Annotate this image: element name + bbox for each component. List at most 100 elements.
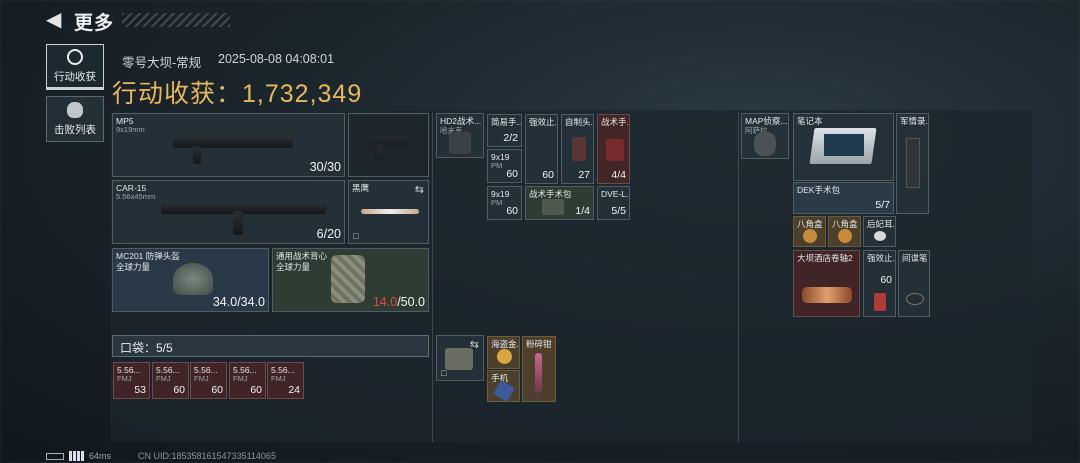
backpack-item[interactable]: 强效止... 60 — [863, 250, 896, 317]
divider — [738, 112, 739, 442]
item-sub: FMJ — [156, 374, 171, 383]
item-name: DEK手术包 — [797, 185, 840, 195]
item-count: 60 — [506, 205, 518, 217]
pouch-image — [445, 348, 473, 370]
tab-operation-gains[interactable]: 行动收获 — [46, 44, 104, 90]
primary-weapon-slot[interactable]: MP5 9x19mm 30/30 — [112, 113, 345, 177]
knife-image — [361, 209, 419, 214]
item-caliber: 9x19mm — [116, 125, 145, 134]
laptop-screen-image — [824, 134, 864, 156]
item-count: 60 — [880, 274, 892, 286]
vest-image — [331, 255, 365, 303]
melee-slot[interactable]: 黑鹰 ⇆ □ — [348, 180, 429, 244]
item-name: 八角盒 — [832, 219, 858, 229]
map-name: 零号大坝-常规 — [122, 56, 202, 70]
page-title: 更多 — [74, 13, 115, 34]
item-count: 5/7 — [875, 199, 890, 211]
pocket-item[interactable]: 5.56... FMJ 60 — [152, 362, 189, 399]
backpack-item[interactable]: 大坝酒店卷轴2 — [793, 250, 860, 317]
item-name: 战术手... — [601, 117, 629, 127]
item-count: 2/2 — [503, 132, 518, 144]
back-arrow-icon[interactable]: ◀ — [46, 10, 66, 30]
backpack-item[interactable]: 后妃耳... — [863, 216, 896, 247]
pocket-item[interactable]: 5.56... FMJ 60 — [229, 362, 266, 399]
item-count: 4/4 — [611, 169, 626, 181]
item-name: 强效止... — [867, 253, 895, 263]
lock-icon: □ — [353, 231, 359, 241]
pouch-slot[interactable]: ⇆ □ — [436, 335, 484, 381]
item-name: 大坝酒店卷轴2 — [797, 253, 853, 263]
backpack-item[interactable]: DEK手术包 5/7 — [793, 182, 894, 214]
rig-item[interactable]: 9x19 PM 60 — [487, 149, 522, 183]
item-count: 1/4 — [575, 205, 590, 217]
backpack-item[interactable]: 军情录... — [896, 113, 929, 214]
item-name: 间谍笔 — [902, 253, 928, 263]
rig-item[interactable]: 战术手术包 1/4 — [525, 186, 594, 220]
sidearm-slot[interactable] — [348, 113, 429, 177]
backpack-slot[interactable]: MAP侦察... 阿萨拉 — [741, 113, 789, 159]
mp5-image — [173, 136, 293, 148]
backpack-item[interactable]: 笔记本 — [793, 113, 894, 181]
backpack-item[interactable]: 八角盒 — [793, 216, 826, 247]
pouch-item[interactable]: 海盗金... — [487, 336, 520, 369]
battery-icon — [46, 453, 64, 460]
lock-icon: □ — [441, 368, 447, 378]
durability-current: 34.0 — [212, 295, 238, 309]
item-count: 60 — [211, 384, 223, 396]
item-name: 简易手... — [491, 117, 522, 127]
pouch-item[interactable]: 粉碎钳 — [522, 336, 556, 402]
item-count: 24 — [288, 384, 300, 396]
gain-value: 1,732,349 — [242, 80, 363, 108]
rig-item[interactable]: DVE-L... 5/5 — [597, 186, 630, 220]
spy-pen-image — [906, 293, 924, 305]
tab-label: 行动收获 — [54, 70, 96, 83]
scroll-image — [802, 287, 852, 303]
gains-icon — [67, 48, 83, 65]
backpack-item[interactable]: 八角盒 — [828, 216, 861, 247]
helmet-slot[interactable]: MC201 防弹头盔 全球力量 34.0/34.0 — [112, 248, 269, 312]
item-sub: FMJ — [117, 374, 132, 383]
pocket-item[interactable]: 5.56... FMJ 53 — [113, 362, 150, 399]
durability-max: /34.0 — [237, 295, 265, 309]
item-name: 黑鹰 — [352, 183, 370, 193]
rig-item[interactable]: 9x19 PM 60 — [487, 186, 522, 220]
tab-kill-list[interactable]: 击败列表 — [46, 96, 104, 142]
rig-item[interactable]: 自制头... 27 — [561, 114, 594, 184]
swap-icon[interactable]: ⇆ — [415, 183, 424, 196]
secondary-weapon-slot[interactable]: CAR-15 5.56x45mm 6/20 — [112, 180, 345, 244]
item-count: 5/5 — [611, 205, 626, 217]
mp5-magazine-image — [193, 146, 201, 164]
rig-item[interactable]: 简易手... 2/2 — [487, 114, 522, 147]
backpack-item[interactable]: 间谍笔 — [898, 250, 930, 317]
item-sub: FMJ — [271, 374, 286, 383]
divider — [432, 112, 433, 442]
signal-icon — [69, 451, 85, 461]
earring-image — [874, 231, 886, 241]
item-count: 27 — [578, 169, 590, 181]
title-decoration — [122, 13, 230, 27]
ammo-count: 30/30 — [309, 160, 341, 174]
gain-label: 行动收获： — [112, 80, 243, 108]
pliers-image — [535, 353, 542, 393]
chest-rig-slot[interactable]: HD2战术... 哈夫克 — [436, 113, 484, 158]
item-name: 八角盒 — [797, 219, 823, 229]
rig-image — [449, 132, 471, 154]
tab-label: 击败列表 — [54, 123, 96, 136]
user-uid: CN UID:185358161547335114065 — [138, 451, 276, 461]
can-image — [874, 293, 886, 311]
rig-item[interactable]: 战术手... 4/4 — [597, 114, 630, 184]
pocket-item[interactable]: 5.56... FMJ 60 — [190, 362, 227, 399]
item-name: 粉碎钳 — [526, 339, 552, 349]
pouch-item[interactable]: 手机 — [487, 370, 520, 402]
armor-slot[interactable]: 通用战术背心 全球力量 14.0/50.0 — [272, 248, 429, 312]
raid-timestamp: 2025-08-08 04:08:01 — [218, 52, 335, 66]
pistol-grip-silhouette — [375, 144, 383, 160]
item-name: 自制头... — [565, 117, 593, 127]
item-sub: PM — [491, 161, 503, 170]
pocket-item[interactable]: 5.56... FMJ 24 — [267, 362, 304, 399]
item-count: 60 — [506, 168, 518, 180]
rig-item[interactable]: 强效止... 60 — [525, 114, 558, 184]
item-caliber: 5.56x45mm — [116, 192, 156, 201]
pocket-label: 口袋：5/5 — [120, 341, 173, 355]
item-name: 强效止... — [529, 117, 557, 127]
